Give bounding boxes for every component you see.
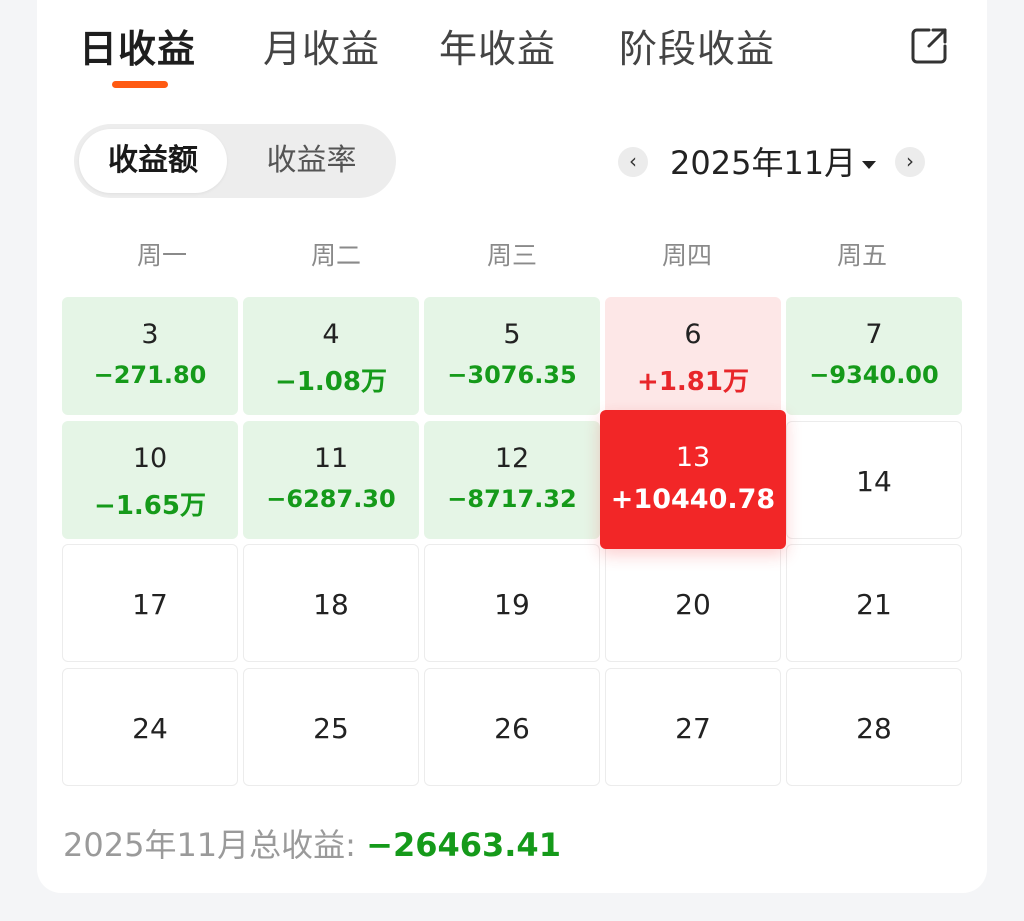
share-button[interactable] bbox=[907, 24, 951, 68]
metric-toggle: 收益额 收益率 bbox=[74, 124, 396, 198]
day-number: 5 bbox=[503, 319, 521, 350]
period-tabs: 日收益 月收益 年收益 阶段收益 bbox=[37, 0, 987, 100]
day-cell-14[interactable]: 14 bbox=[786, 421, 962, 539]
day-number: 13 bbox=[675, 442, 711, 473]
day-cell-25[interactable]: 25 bbox=[243, 668, 419, 786]
day-number: 25 bbox=[313, 712, 349, 745]
weekday-label: 周五 bbox=[836, 241, 887, 270]
day-number: 27 bbox=[675, 712, 711, 745]
day-earnings: −8717.32 bbox=[447, 485, 577, 513]
day-number: 4 bbox=[322, 319, 340, 350]
day-number: 14 bbox=[856, 465, 892, 498]
day-earnings: +10440.78 bbox=[610, 484, 776, 515]
day-number: 6 bbox=[684, 319, 702, 350]
month-total-value: −26463.41 bbox=[366, 826, 561, 864]
day-number: 20 bbox=[675, 588, 711, 621]
day-number: 19 bbox=[494, 588, 530, 621]
tab-yearly[interactable]: 年收益 bbox=[439, 18, 556, 73]
toggle-amount[interactable]: 收益额 bbox=[79, 129, 227, 193]
weekday-label: 周一 bbox=[136, 241, 187, 270]
month-label: 2025年11月 bbox=[670, 144, 857, 182]
day-number: 11 bbox=[313, 443, 349, 474]
day-cell-28[interactable]: 28 bbox=[786, 668, 962, 786]
prev-month-button[interactable]: ‹ bbox=[618, 147, 648, 177]
day-cell-7[interactable]: 7 −9340.00 bbox=[786, 297, 962, 415]
day-cell-17[interactable]: 17 bbox=[62, 544, 238, 662]
day-number: 24 bbox=[132, 712, 168, 745]
day-earnings: −6287.30 bbox=[266, 485, 396, 513]
tab-period[interactable]: 阶段收益 bbox=[619, 18, 775, 73]
day-number: 26 bbox=[494, 712, 530, 745]
day-cell-13[interactable]: 13 +10440.78 bbox=[600, 410, 786, 549]
day-number: 12 bbox=[494, 443, 530, 474]
day-earnings: −271.80 bbox=[93, 361, 207, 389]
month-selector[interactable]: 2025年11月 bbox=[670, 138, 877, 184]
day-cell-20[interactable]: 20 bbox=[605, 544, 781, 662]
month-total: 2025年11月总收益: −26463.41 bbox=[63, 820, 561, 866]
next-month-button[interactable]: › bbox=[895, 147, 925, 177]
day-number: 21 bbox=[856, 588, 892, 621]
day-number: 18 bbox=[313, 588, 349, 621]
day-cell-3[interactable]: 3 −271.80 bbox=[62, 297, 238, 415]
tab-monthly[interactable]: 月收益 bbox=[263, 18, 380, 73]
day-cell-6[interactable]: 6 +1.81万 bbox=[605, 297, 781, 415]
day-cell-10[interactable]: 10 −1.65万 bbox=[62, 421, 238, 539]
share-icon bbox=[911, 28, 947, 64]
weekday-label: 周二 bbox=[310, 241, 361, 270]
weekday-label: 周四 bbox=[661, 241, 712, 270]
earnings-card: 日收益 月收益 年收益 阶段收益 收益额 收益率 ‹ 2025年11月 › 周一… bbox=[37, 0, 987, 893]
caret-down-icon bbox=[862, 161, 877, 169]
day-number: 28 bbox=[856, 712, 892, 745]
day-number: 17 bbox=[132, 588, 168, 621]
weekday-label: 周三 bbox=[486, 241, 537, 270]
day-cell-27[interactable]: 27 bbox=[605, 668, 781, 786]
day-earnings: −1.08万 bbox=[275, 367, 387, 397]
day-cell-4[interactable]: 4 −1.08万 bbox=[243, 297, 419, 415]
active-tab-indicator bbox=[112, 81, 168, 88]
day-cell-11[interactable]: 11 −6287.30 bbox=[243, 421, 419, 539]
day-earnings: −1.65万 bbox=[94, 491, 206, 521]
day-number: 10 bbox=[132, 443, 168, 474]
month-total-label: 2025年11月总收益: bbox=[63, 826, 356, 864]
toggle-rate[interactable]: 收益率 bbox=[234, 129, 389, 193]
day-number: 3 bbox=[141, 319, 159, 350]
day-cell-18[interactable]: 18 bbox=[243, 544, 419, 662]
day-earnings: −3076.35 bbox=[447, 361, 577, 389]
day-cell-24[interactable]: 24 bbox=[62, 668, 238, 786]
day-cell-12[interactable]: 12 −8717.32 bbox=[424, 421, 600, 539]
day-earnings: +1.81万 bbox=[637, 367, 749, 397]
day-cell-19[interactable]: 19 bbox=[424, 544, 600, 662]
day-earnings: −9340.00 bbox=[809, 361, 939, 389]
day-cell-26[interactable]: 26 bbox=[424, 668, 600, 786]
day-cell-21[interactable]: 21 bbox=[786, 544, 962, 662]
day-number: 7 bbox=[865, 319, 883, 350]
tab-daily[interactable]: 日收益 bbox=[79, 18, 196, 73]
day-cell-5[interactable]: 5 −3076.35 bbox=[424, 297, 600, 415]
